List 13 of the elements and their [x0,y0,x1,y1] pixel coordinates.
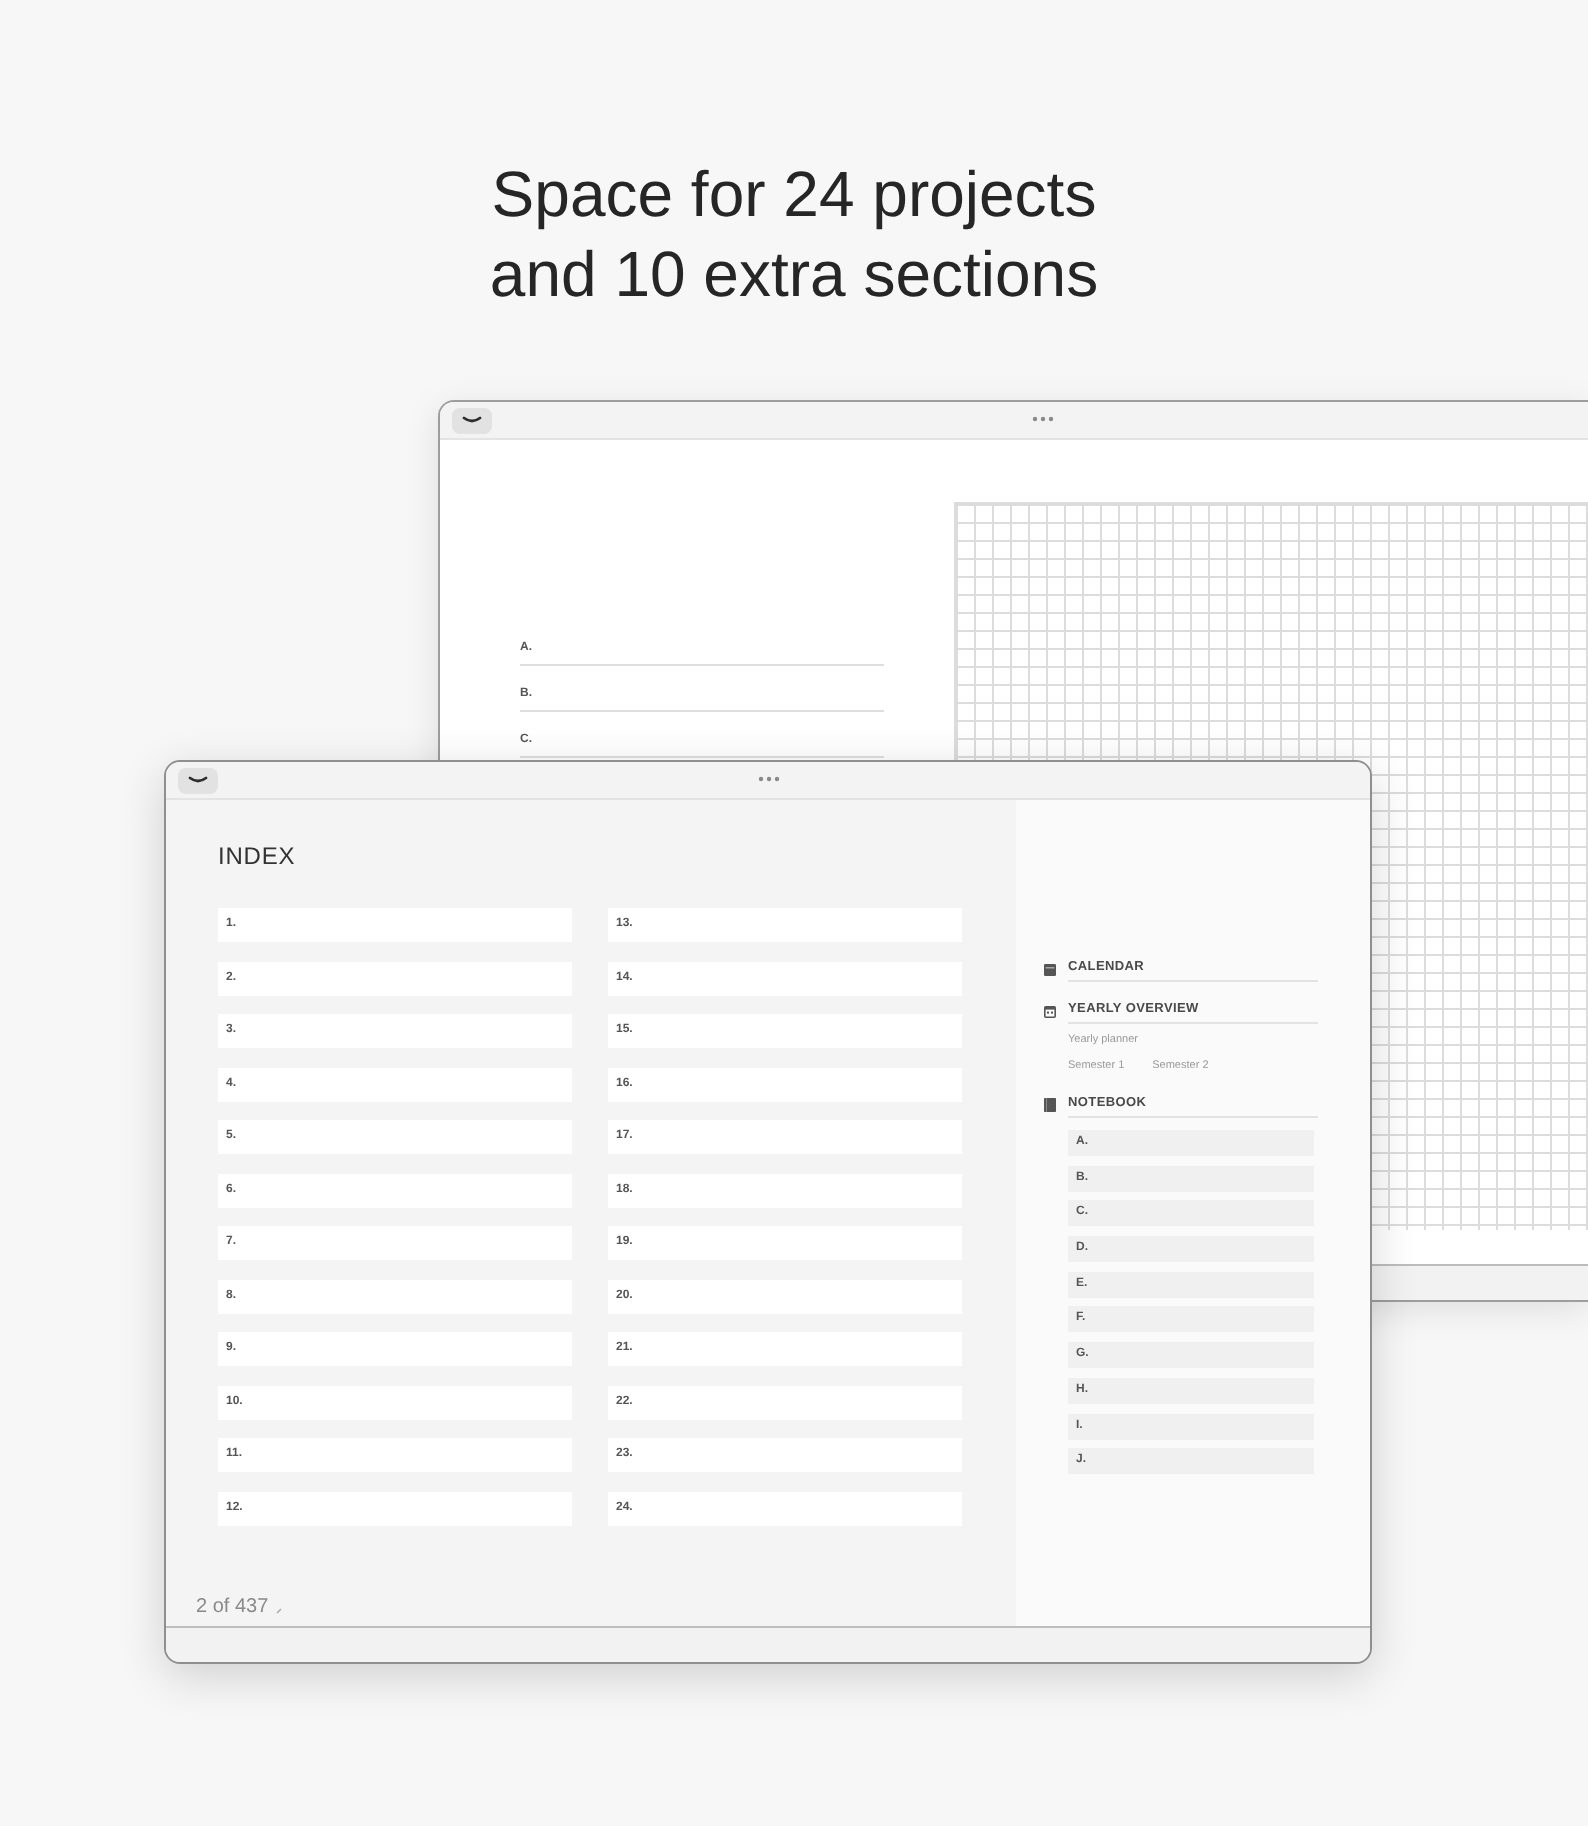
more-dots-icon[interactable] [758,776,780,782]
chevron-down-icon [188,776,208,784]
collapse-toggle-button[interactable] [452,407,492,433]
collapse-toggle-button[interactable] [178,767,218,793]
calendar-icon [1044,963,1056,975]
notebook-icon [1044,1098,1056,1112]
index-title: INDEX [218,844,298,868]
page-indicator: 2 of 437 [196,1596,269,1620]
calendar-grid-icon [1044,1005,1056,1017]
chevron-down-icon [462,416,482,424]
more-dots-icon[interactable] [1032,416,1054,422]
small-mark-icon [276,1608,283,1614]
headline: Space for 24 projects and 10 extra sections [487,156,1101,314]
